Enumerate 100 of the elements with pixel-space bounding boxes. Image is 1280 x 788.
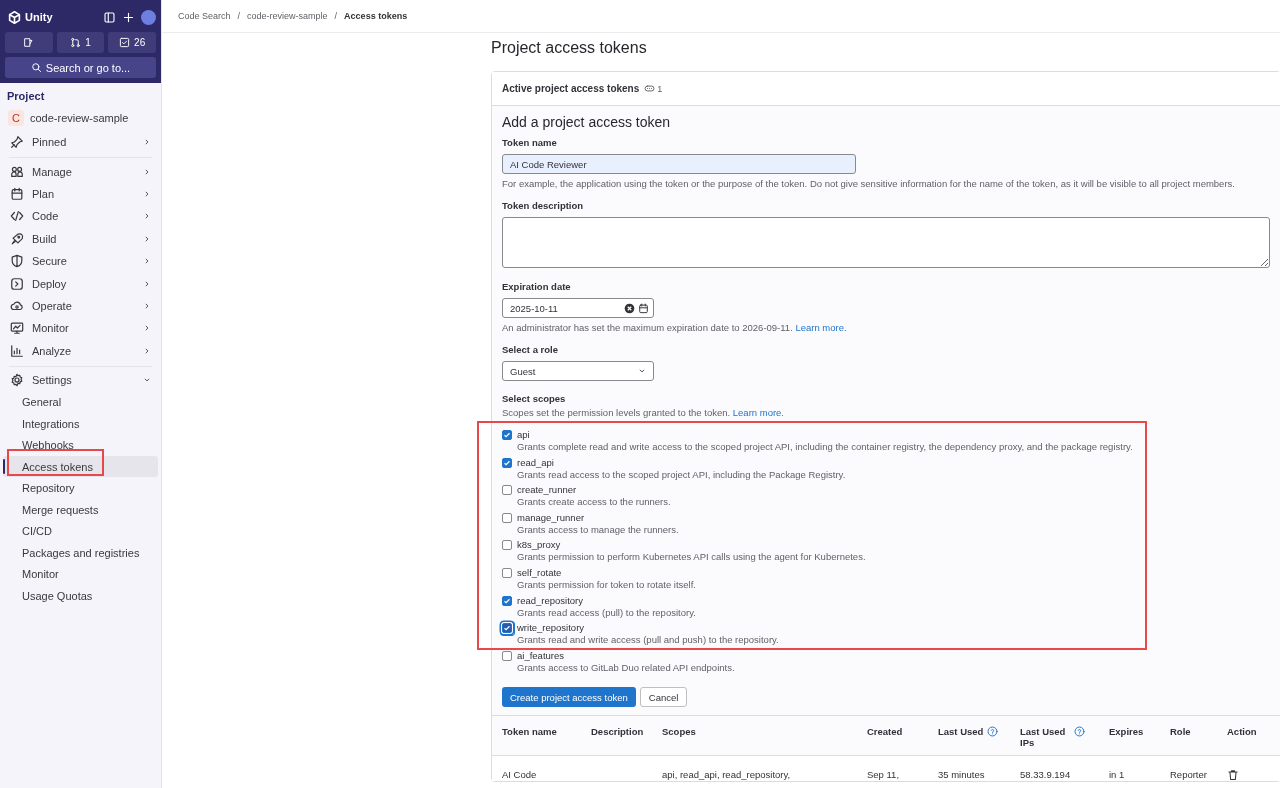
table-cell-text: in 1 [1108,768,1126,782]
nav-item[interactable]: Deploy [9,272,152,295]
form-title: Add a project access token [502,113,672,131]
calendar-icon [10,186,24,201]
scope-description: Grants permission for token to rotate itself. [517,578,697,591]
role-select[interactable]: Guest [502,361,654,381]
table-cell-text: 58.33.9.194 [1019,768,1072,782]
column-header: Created [857,716,928,757]
counter-button[interactable]: 1 [56,32,105,53]
nav-subitem[interactable]: Access tokens [3,455,158,478]
gear-icon [10,373,24,388]
counter-button[interactable]: 26 [108,32,156,53]
nav-subitem[interactable]: General [3,391,158,413]
scope-checkbox[interactable] [502,540,512,551]
search-icon [30,62,42,73]
help-text: Scopes set the permission levels granted to the token. Learn more. [502,406,785,419]
field-label: Expiration date [502,281,572,293]
scope-checkbox[interactable] [502,595,512,606]
nav-item[interactable]: Plan [9,182,152,206]
check-icon [503,624,511,633]
scope-description: Grants create access to the runners. [517,496,672,509]
rocket-icon [10,231,24,246]
shield-icon [10,254,24,269]
issues-button[interactable] [5,32,53,53]
column-header: Role [1160,716,1217,757]
column-header: Expires [1099,716,1160,757]
scope-description: Grants read and write access (pull and push) to the repository. [517,634,780,647]
scope-checkbox[interactable] [502,512,512,523]
table-cell-text: 35 minutes [937,768,986,782]
scope-checkbox[interactable] [502,457,512,468]
cube-icon [8,10,21,24]
breadcrumb-separator: / [334,11,338,21]
scope-description: Grants read access to the scoped project API, including the Package Registry. [517,468,847,481]
column-header: Token name [492,716,581,757]
scope-name: write_repository [517,622,586,635]
scope-name: read_repository [517,594,584,607]
help-icon [1074,726,1085,738]
table-cell-text: Reporter [1169,768,1208,782]
scope-checkbox[interactable] [502,650,512,661]
help-text: An administrator has set the maximum expiration date to 2026-09-11. Learn more. [502,321,848,334]
column-header: Scopes [652,716,857,757]
page-title: Project access tokens [491,38,648,58]
scope-checkbox[interactable] [502,485,512,496]
issue-icon [23,37,35,48]
scope-checkbox[interactable] [502,567,512,578]
field-label: Token name [502,137,558,149]
nav-subitem[interactable]: Monitor [3,563,158,585]
nav-item[interactable]: Pinned [9,131,152,154]
field-label: Select scopes [502,393,567,405]
scope-checkbox[interactable] [502,430,512,440]
breadcrumb-link[interactable]: code-review-sample [247,11,328,21]
nav-subitem[interactable]: CI/CD [3,520,158,542]
nav-item[interactable]: Build [9,227,152,250]
check-icon [503,596,511,605]
scope-name: read_api [517,456,555,469]
description-field[interactable] [502,217,1270,268]
deploy-icon [10,276,24,291]
learn-more-link[interactable]: Learn more. [732,407,784,418]
project-avatar: C [8,110,24,126]
create-token-button[interactable]: Create project access token [502,687,636,708]
nav-subitem[interactable]: Integrations [3,412,158,435]
nav-item[interactable]: Operate [9,294,152,318]
scope-description: Grants access to GitLab Duo related API endpoints. [517,661,736,674]
table-cell-text: api, read_api, read_repository, [661,768,792,782]
project-link[interactable]: C code-review-sample [0,107,161,129]
chart-icon [10,343,24,358]
nav-subitem[interactable]: Usage Quotas [3,584,158,607]
scope-description: Grants read access (pull) to the repository. [517,606,697,619]
nav-item[interactable]: Settings [9,368,152,392]
search-button[interactable]: Search or go to... [5,57,156,78]
brand-logo[interactable]: Unity [8,10,97,24]
learn-more-link[interactable]: Learn more. [795,322,847,333]
nav-subitem[interactable]: Merge requests [3,498,158,521]
code-icon [10,209,24,224]
nav-item[interactable]: Manage [9,160,152,183]
scope-description: Grants permission to perform Kubernetes API calls using the agent for Kubernetes. [517,551,867,564]
pin-icon [10,135,24,150]
nav-subitem[interactable]: Webhooks [3,434,158,456]
scope-description: Grants access to manage the runners. [517,523,680,536]
breadcrumb-link[interactable]: Code Search [178,11,231,21]
token-icon [644,83,656,94]
nav-item[interactable]: Monitor [9,317,152,340]
user-avatar[interactable] [141,9,156,25]
nav-item[interactable]: Analyze [9,339,152,362]
scope-name: manage_runner [517,511,586,524]
nav-subitem[interactable]: Repository [3,477,158,499]
check-icon [503,431,511,439]
clear-icon[interactable] [624,302,635,314]
breadcrumb-separator: / [237,11,241,21]
column-header: Description [581,716,652,757]
breadcrumb-link[interactable]: Access tokens [344,11,408,21]
token-count: 1 [644,83,663,94]
nav-item[interactable]: Secure [9,249,152,273]
token-name-field[interactable]: AI Code Reviewer [502,154,856,174]
cancel-button[interactable]: Cancel [639,687,688,708]
nav-item[interactable]: Code [9,205,152,228]
scope-name: k8s_proxy [517,539,562,552]
users-icon [10,164,24,179]
nav-subitem[interactable]: Packages and registries [3,541,158,564]
date-field[interactable]: 2025-10-11 [502,298,654,318]
